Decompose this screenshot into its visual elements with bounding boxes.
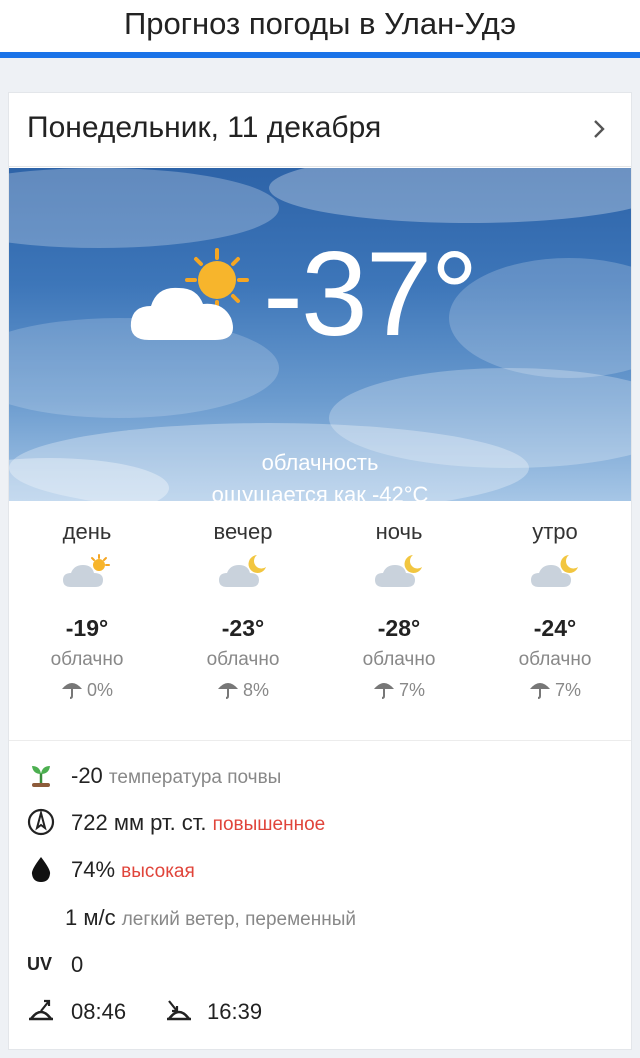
partly-cloudy-day-icon (130, 248, 249, 340)
period-condition: облачно (518, 649, 592, 670)
period-temperature: -23° (221, 615, 265, 641)
day-header[interactable]: Понедельник, 11 декабря (9, 93, 631, 167)
sunset-time: 16:39 (207, 999, 263, 1024)
precip-value: 7% (554, 680, 581, 700)
wind-value: 1 м/с (65, 905, 116, 930)
period-temperature: -19° (65, 615, 109, 641)
soil-value: -20 (71, 763, 103, 788)
partly-cloudy-night-icon (219, 555, 266, 587)
precip-value: 8% (242, 680, 269, 700)
sunrise-time: 08:46 (71, 999, 127, 1024)
uv-label: UV (27, 954, 53, 974)
umbrella-icon (529, 683, 550, 699)
sun-row: 08:46 16:39 (27, 995, 327, 1031)
day-periods: день -19° облачно 0% вечер -23° облачно … (9, 501, 631, 741)
page-title: Прогноз погоды в Улан-Удэ (123, 6, 517, 41)
partly-cloudy-day-icon (63, 554, 110, 587)
period-precip: 7% (477, 679, 633, 701)
period-name: день (62, 519, 112, 544)
humidity-status: высокая (121, 861, 195, 882)
current-condition: облачность (261, 450, 379, 475)
period-precip: 8% (165, 679, 321, 701)
wind-label: легкий ветер, переменный (121, 909, 356, 930)
current-temperature: -37° (263, 227, 478, 361)
period-name: ночь (375, 519, 423, 544)
pressure-value: 722 мм рт. ст. (71, 810, 207, 835)
water-drop-icon (31, 857, 51, 882)
sprout-icon (32, 766, 50, 787)
chevron-right-icon[interactable] (589, 119, 609, 139)
precip-value: 7% (398, 680, 425, 700)
period-precip: 0% (9, 679, 165, 701)
umbrella-icon (61, 683, 82, 699)
umbrella-icon (217, 683, 238, 699)
period-temperature: -28° (377, 615, 421, 641)
partly-cloudy-night-icon (375, 555, 422, 587)
day-date: Понедельник, 11 декабря (27, 111, 382, 144)
period-condition: облачно (206, 649, 280, 670)
uv-value: 0 (71, 952, 84, 977)
weather-details: -20 температура почвы 722 мм рт. ст. пов… (9, 741, 631, 1041)
partly-cloudy-night-icon (531, 555, 578, 587)
period-condition: облачно (50, 649, 124, 670)
humidity-value: 74% (71, 857, 116, 882)
period-temperature: -24° (533, 615, 577, 641)
period-precip: 7% (321, 679, 477, 701)
precip-value: 0% (86, 680, 113, 700)
period-condition: облачно (362, 649, 436, 670)
compass-icon (27, 808, 55, 836)
current-weather-hero: -37° облачность ощущается как -42°C (9, 168, 631, 501)
pressure-status: повышенное (212, 814, 326, 835)
forecast-card: Понедельник, 11 декабря -37° облачность … (8, 92, 632, 1050)
period-name: вечер (213, 519, 273, 544)
sunset-icon (167, 1000, 191, 1021)
period-name: утро (532, 519, 578, 544)
soil-label: температура почвы (108, 767, 282, 788)
umbrella-icon (373, 683, 394, 699)
sunrise-icon (29, 999, 53, 1021)
feels-like: ощущается как -42°C (211, 482, 429, 501)
top-bar: Прогноз погоды в Улан-Удэ (0, 0, 640, 58)
